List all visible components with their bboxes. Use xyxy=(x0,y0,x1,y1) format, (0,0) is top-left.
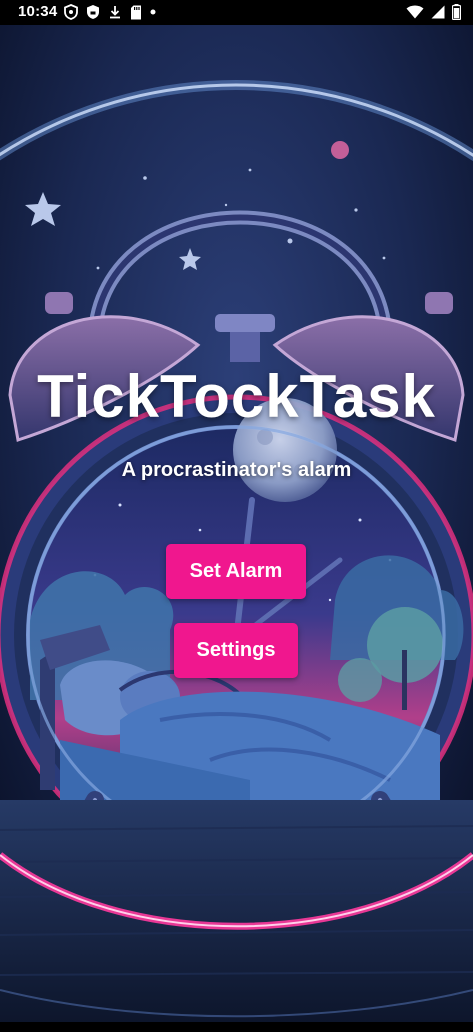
sd-card-icon xyxy=(130,5,142,20)
wifi-icon xyxy=(406,5,424,19)
app-subtitle: A procrastinator's alarm xyxy=(121,459,352,481)
status-bar: 10:34 xyxy=(0,0,473,25)
signal-icon xyxy=(431,5,445,19)
set-alarm-button[interactable]: Set Alarm xyxy=(166,544,306,599)
vpn-shield-icon xyxy=(64,4,78,20)
settings-button[interactable]: Settings xyxy=(174,623,298,678)
notification-dot-icon xyxy=(150,9,156,15)
status-right-icons xyxy=(406,3,461,21)
app-screen: 10:34 TickTockTask A procrastinator's al… xyxy=(0,0,473,1032)
status-time: 10:34 xyxy=(18,3,58,20)
battery-icon xyxy=(452,4,461,20)
app-title: TickTockTask xyxy=(37,363,436,430)
navigation-bar xyxy=(0,1022,473,1032)
status-left-icons xyxy=(64,3,156,21)
security-shield-icon xyxy=(86,4,100,20)
main-content: TickTockTask A procrastinator's alarm Se… xyxy=(0,0,473,1032)
download-icon xyxy=(108,4,122,20)
